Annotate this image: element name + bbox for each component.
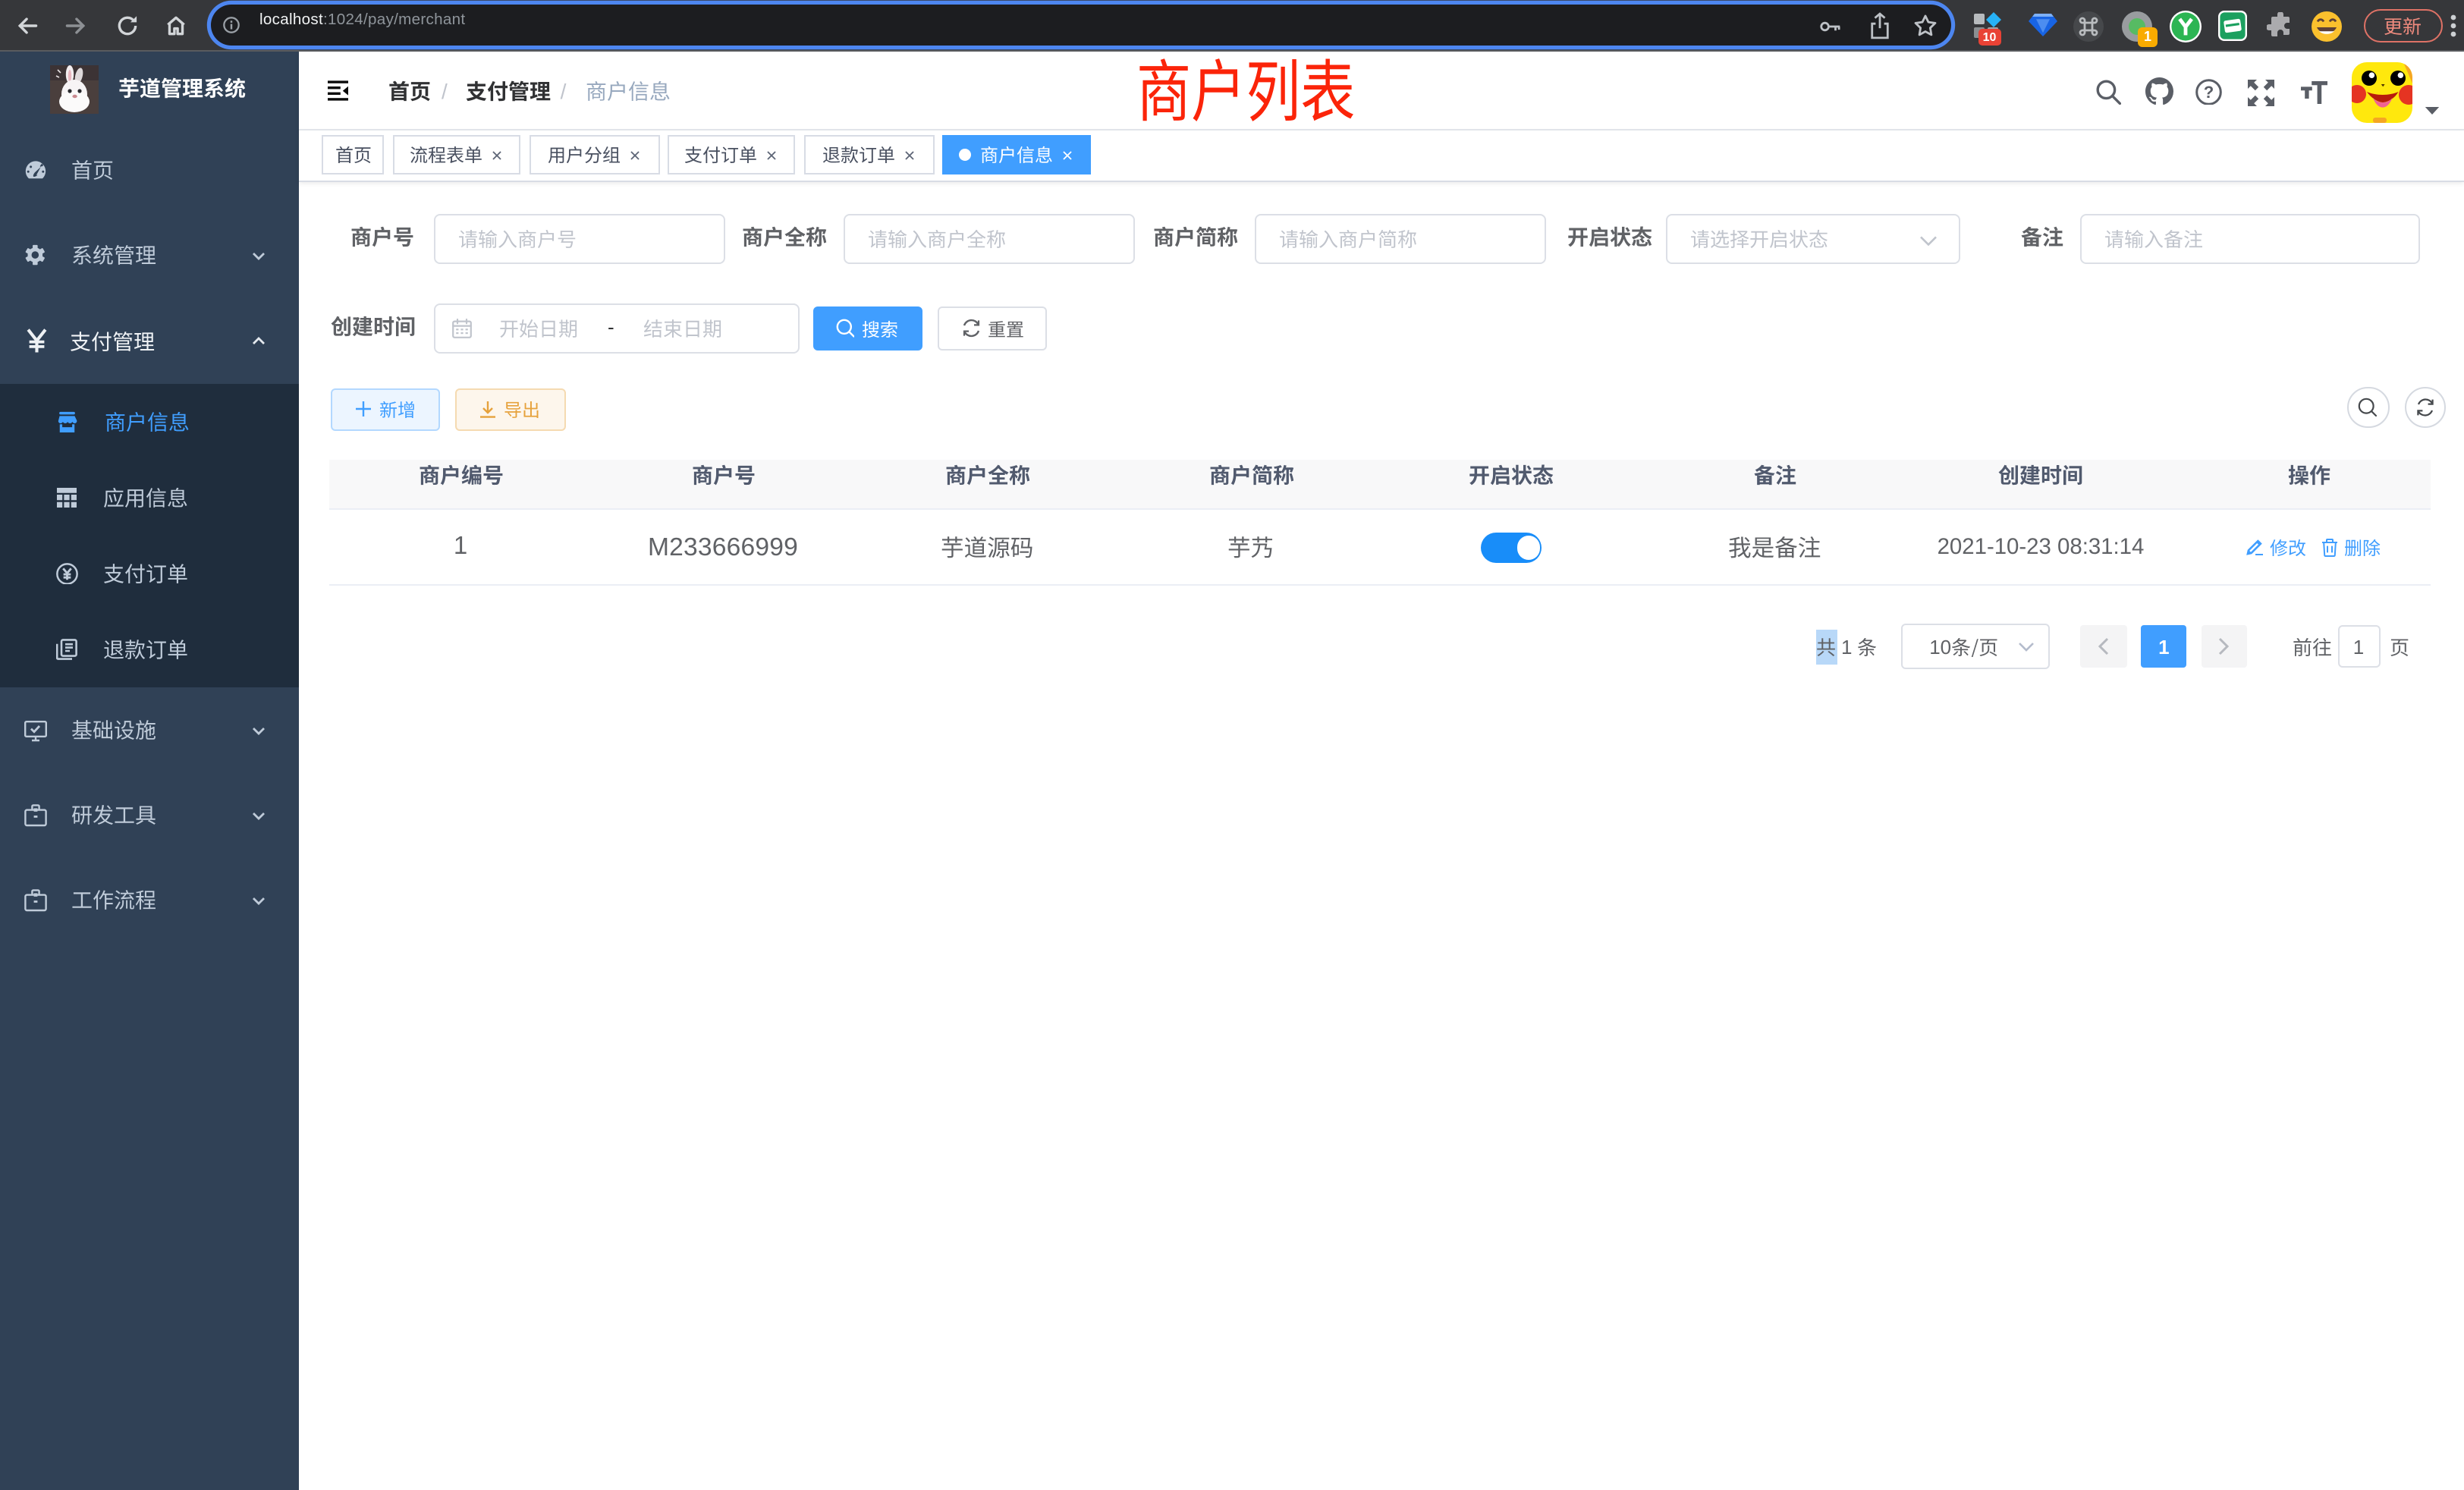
- svg-text:?: ?: [2204, 83, 2214, 102]
